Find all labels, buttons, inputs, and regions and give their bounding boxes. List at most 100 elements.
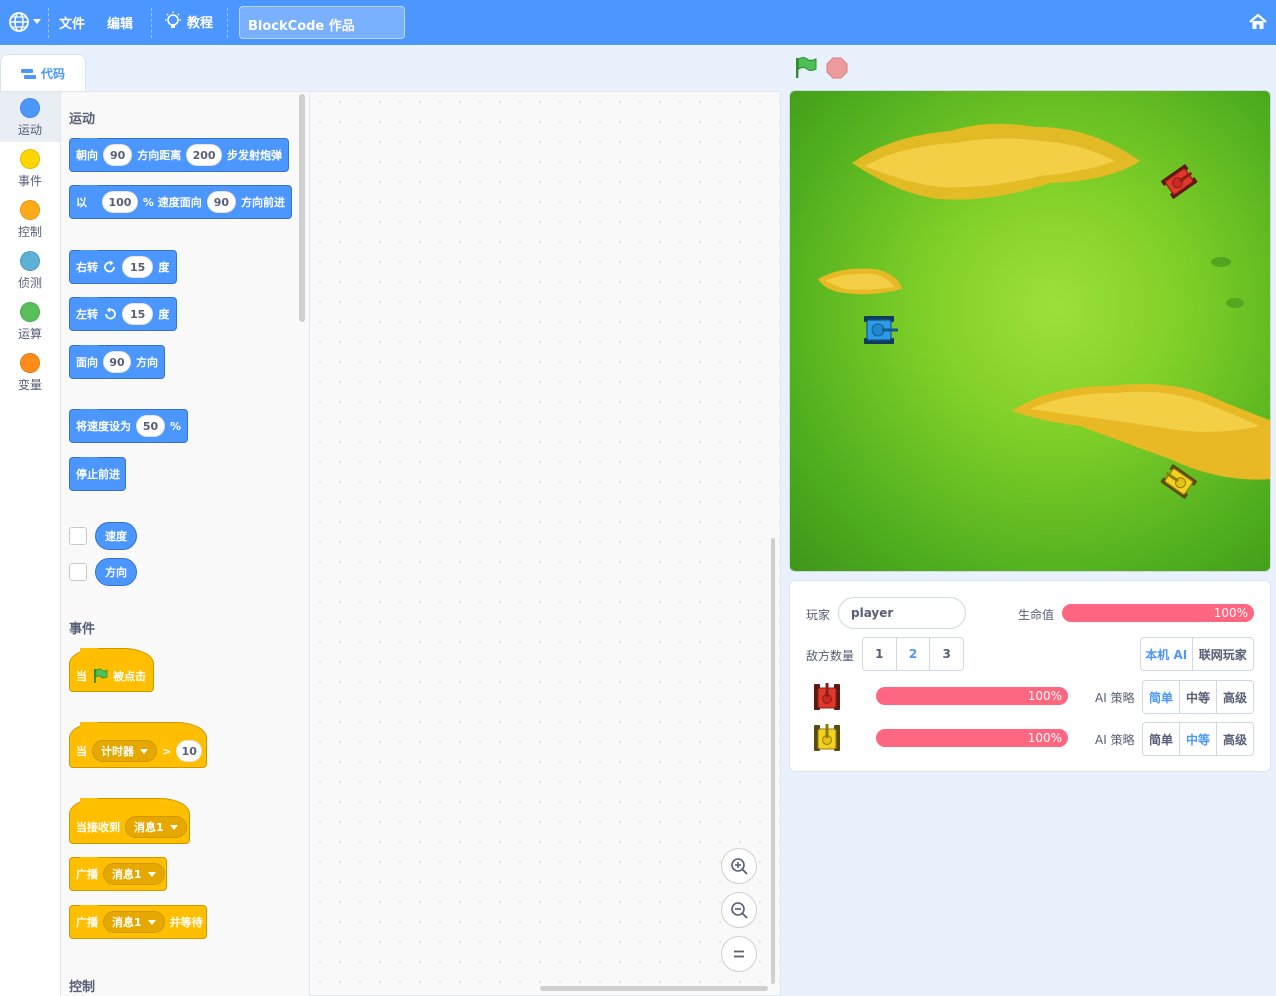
category-dot bbox=[20, 302, 40, 322]
stop-icon[interactable] bbox=[826, 57, 848, 79]
block-input-speed[interactable]: 50 bbox=[136, 415, 165, 437]
block-text: 当接收到 bbox=[76, 821, 120, 834]
enemy-count-option[interactable]: 2 bbox=[897, 638, 931, 670]
block-input-direction[interactable]: 90 bbox=[103, 144, 133, 166]
category-control[interactable]: 控制 bbox=[0, 194, 60, 244]
strategy-option-hard[interactable]: 高级 bbox=[1217, 723, 1253, 755]
edit-menu[interactable]: 编辑 bbox=[107, 13, 133, 32]
green-flag-icon bbox=[94, 668, 108, 683]
category-label: 侦测 bbox=[17, 276, 42, 290]
tutorial-menu[interactable]: 教程 bbox=[163, 11, 213, 31]
block-text: 步发射炮弹 bbox=[227, 149, 282, 162]
block-input-speed[interactable]: 100 bbox=[102, 191, 138, 213]
block-dropdown-message[interactable]: 消息1 bbox=[103, 911, 165, 933]
script-workspace[interactable] bbox=[309, 91, 781, 996]
reporter-checkbox-direction[interactable] bbox=[69, 563, 87, 581]
strategy-option-medium[interactable]: 中等 bbox=[1180, 681, 1217, 713]
caret-down-icon bbox=[147, 919, 156, 925]
enemy-count-option[interactable]: 3 bbox=[930, 638, 963, 670]
block-when-greater-than[interactable]: 当 计时器 > 10 bbox=[69, 722, 207, 768]
block-point-direction[interactable]: 面向 90 方向 bbox=[69, 345, 165, 379]
block-dropdown-sensor[interactable]: 计时器 bbox=[92, 740, 157, 762]
block-broadcast-and-wait[interactable]: 广播 消息1 并等待 bbox=[69, 905, 207, 939]
enemy-1-hp-bar: 100% bbox=[876, 687, 1068, 705]
block-turn-right[interactable]: 右转 15 度 bbox=[69, 250, 177, 284]
tab-code-label: 代码 bbox=[40, 67, 65, 81]
mode-option-local-ai[interactable]: 本机 AI bbox=[1141, 638, 1193, 670]
block-dropdown-message[interactable]: 消息1 bbox=[125, 816, 187, 838]
rotate-left-icon bbox=[105, 307, 116, 320]
block-turn-left[interactable]: 左转 15 度 bbox=[69, 297, 177, 331]
strategy-option-easy[interactable]: 简单 bbox=[1143, 681, 1180, 713]
block-dropdown-message[interactable]: 消息1 bbox=[103, 863, 165, 885]
workspace-horizontal-scrollbar[interactable] bbox=[540, 986, 768, 991]
zoom-in-button[interactable] bbox=[721, 848, 757, 884]
block-input-value[interactable]: 10 bbox=[176, 740, 203, 762]
category-menu: 运动 事件 控制 侦测 运算 变量 bbox=[0, 91, 61, 996]
block-input-direction[interactable]: 90 bbox=[206, 191, 236, 213]
block-input-degrees[interactable]: 15 bbox=[122, 256, 154, 278]
zoom-out-icon bbox=[731, 902, 748, 919]
reporter-checkbox-speed[interactable] bbox=[69, 527, 87, 545]
enemy-tank-red-icon bbox=[814, 683, 840, 710]
game-stage[interactable] bbox=[789, 90, 1271, 572]
block-input-degrees[interactable]: 15 bbox=[122, 303, 154, 325]
block-set-speed[interactable]: 将速度设为 50 % bbox=[69, 409, 188, 443]
enemy-2-hp-bar: 100% bbox=[876, 729, 1068, 747]
block-fire-cannon[interactable]: 朝向 90 方向距离 200 步发射炮弹 bbox=[69, 138, 289, 172]
zoom-reset-icon bbox=[734, 950, 744, 958]
project-title-input[interactable]: BlockCode 作品 bbox=[239, 6, 405, 39]
block-input-direction[interactable]: 90 bbox=[103, 351, 131, 373]
block-text: 将速度设为 bbox=[76, 420, 131, 433]
strategy-option-medium[interactable]: 中等 bbox=[1180, 723, 1217, 755]
category-operators[interactable]: 运算 bbox=[0, 296, 60, 346]
category-sensing[interactable]: 侦测 bbox=[0, 245, 60, 295]
block-text: 面向 bbox=[76, 356, 98, 369]
palette-scrollbar[interactable] bbox=[299, 94, 305, 322]
block-when-flag-clicked[interactable]: 当 被点击 bbox=[69, 648, 154, 692]
language-menu[interactable] bbox=[8, 10, 44, 34]
block-text: 当 bbox=[76, 745, 87, 758]
block-text: 方向距离 bbox=[137, 149, 182, 162]
block-broadcast[interactable]: 广播 消息1 bbox=[69, 857, 167, 891]
player-name-input[interactable] bbox=[838, 597, 966, 629]
dropdown-value: 消息1 bbox=[134, 821, 164, 834]
mode-option-online[interactable]: 联网玩家 bbox=[1193, 638, 1253, 670]
category-label: 运算 bbox=[17, 327, 42, 341]
block-text: 被点击 bbox=[113, 670, 146, 683]
file-menu[interactable]: 文件 bbox=[59, 13, 85, 32]
strategy-option-hard[interactable]: 高级 bbox=[1217, 681, 1253, 713]
enemy-count-option[interactable]: 1 bbox=[863, 638, 897, 670]
green-flag-icon[interactable] bbox=[794, 57, 818, 79]
block-stop-moving[interactable]: 停止前进 bbox=[69, 457, 126, 491]
block-text: 以 bbox=[76, 196, 87, 209]
dropdown-value: 消息1 bbox=[112, 868, 142, 881]
home-icon[interactable] bbox=[1248, 12, 1268, 32]
block-text: 度 bbox=[158, 308, 170, 321]
block-text: > bbox=[162, 744, 172, 758]
lightbulb-icon bbox=[165, 11, 181, 28]
chevron-down-icon bbox=[33, 19, 41, 24]
section-title-control: 控制 bbox=[69, 980, 96, 995]
category-dot bbox=[20, 353, 40, 373]
category-variables[interactable]: 变量 bbox=[0, 347, 60, 397]
tab-code[interactable]: 代码 bbox=[0, 54, 86, 92]
zoom-reset-button[interactable] bbox=[721, 936, 757, 972]
reporter-speed[interactable]: 速度 bbox=[95, 522, 137, 550]
menu-bar: 文件 编辑 教程 BlockCode 作品 bbox=[0, 0, 1276, 45]
block-when-receive[interactable]: 当接收到 消息1 bbox=[69, 798, 190, 844]
category-motion[interactable]: 运动 bbox=[0, 92, 60, 142]
enemy-count-label: 敌方数量 bbox=[806, 649, 855, 663]
strategy-option-easy[interactable]: 简单 bbox=[1143, 723, 1180, 755]
caret-down-icon bbox=[169, 824, 178, 830]
block-move-forward[interactable]: 以 100 % 速度面向 90 方向前进 bbox=[69, 185, 292, 219]
block-input-distance[interactable]: 200 bbox=[186, 144, 222, 166]
category-events[interactable]: 事件 bbox=[0, 143, 60, 193]
reporter-direction[interactable]: 方向 bbox=[95, 558, 137, 586]
enemy-tank-yellow bbox=[1160, 464, 1198, 499]
workspace-vertical-scrollbar[interactable] bbox=[771, 538, 775, 984]
zoom-out-button[interactable] bbox=[721, 892, 757, 928]
category-label: 事件 bbox=[17, 174, 42, 188]
block-text: % bbox=[169, 419, 181, 433]
category-label: 变量 bbox=[17, 378, 42, 392]
